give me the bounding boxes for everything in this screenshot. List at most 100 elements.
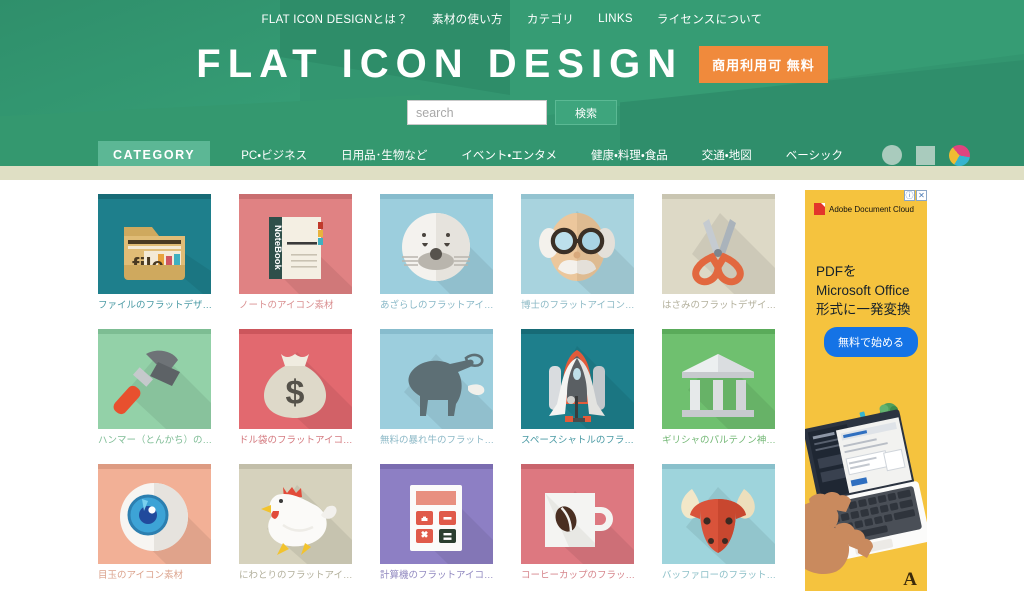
gallery-item: ギリシャのパルテノン神… — [662, 329, 775, 447]
icon-caption[interactable]: にわとりのフラットアイ… — [239, 569, 352, 582]
icon-tile-professor[interactable] — [521, 194, 634, 294]
gallery-item: 無料の暴れ牛のフラット… — [380, 329, 493, 447]
scissors-icon — [662, 199, 775, 294]
ad-brand-label: Adobe Document Cloud — [829, 204, 914, 214]
icon-caption[interactable]: 目玉のアイコン素材 — [98, 569, 211, 582]
icon-gallery-grid: file ファイルのフラットデザ… NoteBook ノートのアイコン素材 あざ… — [98, 194, 780, 582]
icon-caption[interactable]: ノートのアイコン素材 — [239, 299, 352, 312]
gallery-item: はさみのフラットデザイ… — [662, 194, 775, 312]
icon-caption[interactable]: スペースシャトルのフラ… — [521, 434, 634, 447]
bull-icon — [380, 334, 493, 429]
category-navigation: CATEGORY PC・ビジネス 日用品･生物など イベント・エンタメ 健康・料… — [0, 141, 1024, 166]
gallery-item: 博士のフラットアイコン… — [521, 194, 634, 312]
gallery-item: スペースシャトルのフラ… — [521, 329, 634, 447]
icon-caption[interactable]: 計算機のフラットアイコ… — [380, 569, 493, 582]
chicken-icon — [239, 469, 352, 564]
ad-headline-line-1: PDFを — [816, 264, 857, 279]
icon-caption[interactable]: 博士のフラットアイコン… — [521, 299, 634, 312]
parthenon-icon — [662, 334, 775, 429]
icon-caption[interactable]: ギリシャのパルテノン神… — [662, 434, 775, 447]
topnav-item-category[interactable]: カテゴリ — [527, 11, 574, 27]
gallery-item: 計算機のフラットアイコ… — [380, 464, 493, 582]
topnav-item-links[interactable]: LINKS — [598, 13, 633, 25]
icon-tile-space-shuttle[interactable] — [521, 329, 634, 429]
icon-tile-calculator[interactable] — [380, 464, 493, 564]
icon-tile-money-bag[interactable]: $ — [239, 329, 352, 429]
ad-photo-laptop: A — [805, 380, 927, 591]
eyeball-icon — [98, 469, 211, 564]
icon-tile-file-folder[interactable]: file — [98, 194, 211, 294]
ad-headline-line-2: Microsoft Office — [816, 283, 910, 298]
svg-text:NoteBook: NoteBook — [272, 225, 283, 271]
category-item-basic[interactable]: ベーシック — [769, 147, 860, 163]
top-navigation: FLAT ICON DESIGNとは？ 素材の使い方 カテゴリ LINKS ライ… — [0, 0, 1024, 38]
icon-caption[interactable]: コーヒーカップのフラッ… — [521, 569, 634, 582]
gallery-item: NoteBook ノートのアイコン素材 — [239, 194, 352, 312]
header-divider — [0, 166, 1024, 180]
icon-caption[interactable]: はさみのフラットデザイ… — [662, 299, 775, 312]
pdf-file-icon — [814, 203, 825, 215]
topnav-item-howto[interactable]: 素材の使い方 — [432, 11, 503, 27]
circle-shape-icon[interactable] — [882, 145, 902, 165]
search-row: 検索 — [0, 100, 1024, 125]
topnav-item-about[interactable]: FLAT ICON DESIGNとは？ — [262, 11, 409, 27]
gallery-item: あざらしのフラットアイ… — [380, 194, 493, 312]
money-bag-icon: $ — [239, 334, 352, 429]
site-logo[interactable]: FLAT ICON DESIGN — [196, 44, 683, 84]
ad-headline-line-3: 形式に一発変換 — [816, 302, 911, 317]
gallery-item: 目玉のアイコン素材 — [98, 464, 211, 582]
site-header: FLAT ICON DESIGNとは？ 素材の使い方 カテゴリ LINKS ライ… — [0, 0, 1024, 166]
svg-text:A: A — [903, 569, 917, 590]
icon-tile-hammer[interactable] — [98, 329, 211, 429]
hammer-icon — [98, 334, 211, 429]
color-wheel-icon[interactable] — [949, 144, 970, 166]
search-input[interactable] — [407, 100, 547, 125]
gallery-item: バッファローのフラット… — [662, 464, 775, 582]
search-button[interactable]: 検索 — [555, 100, 617, 125]
file-folder-icon: file — [98, 199, 211, 294]
icon-caption[interactable]: ファイルのフラットデザ… — [98, 299, 211, 312]
ad-headline: PDFを Microsoft Office 形式に一発変換 — [816, 262, 911, 319]
notebook-icon: NoteBook — [239, 199, 352, 294]
shape-filter-icons — [882, 144, 970, 166]
category-item-pc-business[interactable]: PC・ビジネス — [224, 147, 324, 163]
icon-tile-eyeball[interactable] — [98, 464, 211, 564]
icon-caption[interactable]: ドル袋のフラットアイコ… — [239, 434, 352, 447]
buffalo-icon — [662, 469, 775, 564]
icon-caption[interactable]: ハンマー（とんかち）の… — [98, 434, 211, 447]
seal-icon — [380, 199, 493, 294]
gallery-item: $ ドル袋のフラットアイコ… — [239, 329, 352, 447]
category-item-daily-goods[interactable]: 日用品･生物など — [324, 147, 444, 163]
professor-icon — [521, 199, 634, 294]
icon-tile-parthenon[interactable] — [662, 329, 775, 429]
icon-tile-scissors[interactable] — [662, 194, 775, 294]
commercial-free-badge: 商用利用可 無料 — [699, 45, 828, 83]
space-shuttle-icon — [521, 334, 634, 429]
icon-tile-seal[interactable] — [380, 194, 493, 294]
icon-tile-bull[interactable] — [380, 329, 493, 429]
ad-info-icon[interactable]: ⓘ — [904, 190, 915, 201]
ad-cta-button[interactable]: 無料で始める — [824, 327, 918, 357]
coffee-cup-icon — [521, 469, 634, 564]
icon-caption[interactable]: あざらしのフラットアイ… — [380, 299, 493, 312]
icon-tile-notebook[interactable]: NoteBook — [239, 194, 352, 294]
square-shape-icon[interactable] — [916, 145, 935, 165]
gallery-item: ハンマー（とんかち）の… — [98, 329, 211, 447]
category-item-transport[interactable]: 交通・地図 — [685, 147, 769, 163]
topnav-item-license[interactable]: ライセンスについて — [657, 11, 763, 27]
ad-brand: Adobe Document Cloud — [814, 203, 914, 215]
page-root: FLAT ICON DESIGNとは？ 素材の使い方 カテゴリ LINKS ライ… — [0, 0, 1024, 591]
icon-tile-chicken[interactable] — [239, 464, 352, 564]
gallery-item: file ファイルのフラットデザ… — [98, 194, 211, 312]
advertisement-panel: ⓘ ✕ Adobe Document Cloud PDFを Microsoft … — [805, 190, 927, 591]
category-item-event[interactable]: イベント・エンタメ — [444, 147, 574, 163]
ad-close-icon[interactable]: ✕ — [916, 190, 927, 201]
category-pill: CATEGORY — [98, 141, 211, 166]
ad-control-bar: ⓘ ✕ — [904, 190, 927, 201]
gallery-item: コーヒーカップのフラッ… — [521, 464, 634, 582]
icon-caption[interactable]: 無料の暴れ牛のフラット… — [380, 434, 493, 447]
icon-caption[interactable]: バッファローのフラット… — [662, 569, 775, 582]
icon-tile-coffee-cup[interactable] — [521, 464, 634, 564]
icon-tile-buffalo[interactable] — [662, 464, 775, 564]
category-item-health-food[interactable]: 健康・料理・食品 — [574, 147, 685, 163]
